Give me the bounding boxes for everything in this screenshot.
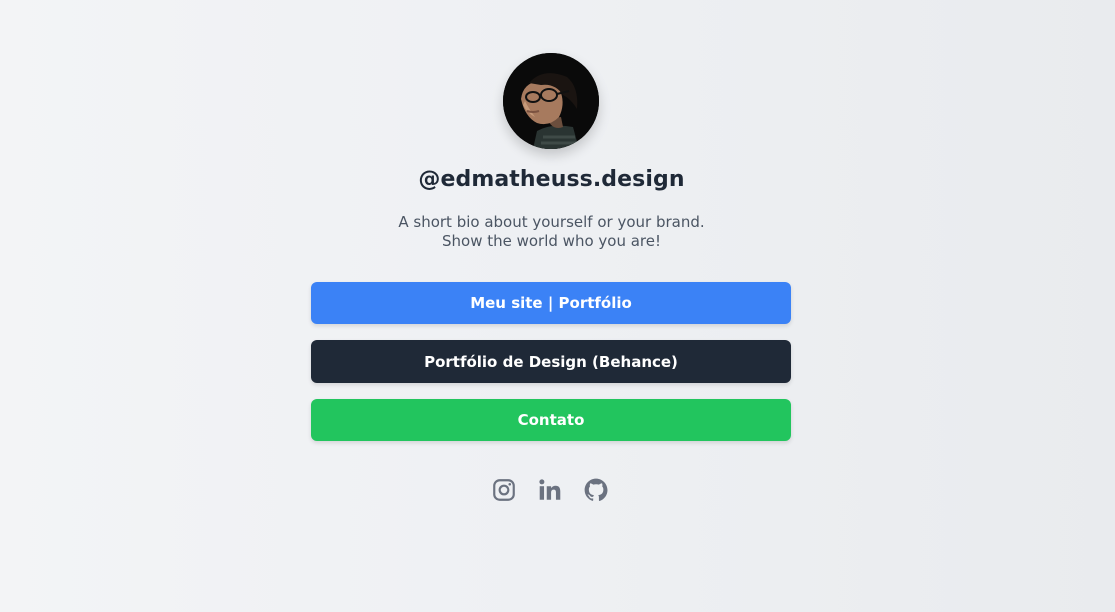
profile-handle: @edmatheuss.design <box>418 167 685 192</box>
bio-line-2: Show the world who you are! <box>441 232 662 250</box>
social-links <box>491 477 613 505</box>
link-page: @edmatheuss.design A short bio about you… <box>0 0 1115 612</box>
linkedin-icon[interactable] <box>537 477 563 503</box>
bio-line-1: A short bio about yourself or your brand… <box>398 213 705 231</box>
avatar-photo <box>503 53 599 149</box>
behance-portfolio-button[interactable]: Portfólio de Design (Behance) <box>311 340 791 383</box>
contact-button[interactable]: Contato <box>311 399 791 441</box>
portfolio-site-button[interactable]: Meu site | Portfólio <box>311 282 791 324</box>
github-icon[interactable] <box>583 477 609 503</box>
profile-bio: A short bio about yourself or your brand… <box>0 213 1103 251</box>
avatar <box>503 53 599 149</box>
instagram-icon[interactable] <box>491 477 517 503</box>
